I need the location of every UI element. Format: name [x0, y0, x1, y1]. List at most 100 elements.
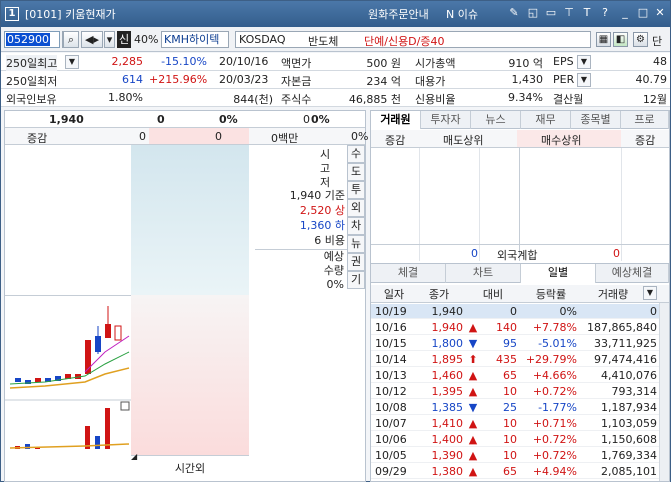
tab-investor[interactable]: 투자자 [421, 111, 471, 129]
minimize-icon[interactable]: _ [618, 6, 632, 20]
chart-close-icon[interactable] [120, 401, 130, 411]
side-tab-etc[interactable]: 기 [347, 271, 365, 289]
dropdown-icon[interactable]: ▼ [65, 55, 79, 69]
tab-broker[interactable]: 거래원 [371, 111, 421, 129]
broker-header: 증감 매도상위 매수상위 증감 [371, 130, 669, 148]
table-row[interactable]: 10/08 1,385 ▼ 25 -1.77% 1,187,934 [371, 400, 659, 415]
close-icon[interactable]: ✕ [653, 6, 667, 20]
stock-info-grid: 250일최고 ▼ 2,285 -15.10% 20/10/16 액면가 500 … [1, 53, 670, 107]
cell-change: 140 [496, 321, 517, 334]
mini-chart-svg [5, 306, 131, 449]
table-row[interactable]: 10/06 1,400 ▲ 10 +0.72% 1,150,608 [371, 432, 659, 447]
side-tab-rights[interactable]: 권 [347, 253, 365, 271]
table-row[interactable]: 10/05 1,390 ▲ 10 +0.72% 1,769,334 [371, 448, 659, 463]
eps-dropdown-icon[interactable]: ▼ [577, 55, 591, 69]
per-dropdown-icon[interactable]: ▼ [577, 73, 591, 87]
table-row[interactable]: 10/19 1,940 0 0% 0 [371, 304, 659, 319]
link-icon[interactable]: ✎ [507, 6, 521, 20]
tab-expected-execution[interactable]: 예상체결 [596, 264, 669, 283]
layout-icon[interactable]: ◧ [613, 32, 628, 47]
stock-code-value: 052900 [6, 33, 50, 46]
speaker-icon[interactable]: ◀▸ [81, 31, 103, 48]
cell-sign: ⬆ [468, 353, 478, 366]
table-row[interactable]: 10/14 1,895 ⬆ 435 +29.79% 97,474,416 [371, 352, 659, 367]
help-icon[interactable]: ? [598, 6, 612, 20]
high-rate: -15.10% [161, 55, 207, 68]
price-rate: 0% [219, 113, 238, 126]
foreign-buy-total: 0 [613, 247, 620, 260]
search-toolbar: 052900 ▾ ⌕ ◀▸ ▾ 신 40% KMH하이텍 KOSDAQ 반도체 … [1, 27, 670, 52]
grid-icon[interactable]: ▦ [596, 32, 611, 47]
table-row[interactable]: 10/12 1,395 ▲ 10 +0.72% 793,314 [371, 384, 659, 399]
table-row[interactable]: 09/29 1,380 ▲ 65 +4.94% 2,085,101 [371, 464, 659, 479]
table-scrollbar[interactable] [659, 303, 669, 481]
credit-status: 단예/신용D/증40 [364, 35, 445, 48]
cell-close: 1,400 [431, 433, 464, 446]
side-tab-foreign[interactable]: 외 [347, 199, 365, 217]
expected-box: 예상 수량 0% [255, 249, 347, 295]
label-shares: 주식수 [281, 93, 312, 106]
ma-line-green [9, 351, 130, 385]
candle [95, 336, 101, 352]
cell-date: 10/05 [375, 449, 407, 462]
window-icon[interactable]: ▭ [544, 6, 558, 20]
news-issue-link[interactable]: N 이슈 [446, 6, 478, 22]
volume-rate: 0% [311, 113, 330, 126]
tab-execution[interactable]: 체결 [371, 264, 446, 283]
maximize-icon[interactable]: □ [636, 6, 650, 20]
margin-rate: 40% [134, 33, 159, 46]
volume-bar [105, 408, 110, 449]
buy-quote-column [131, 295, 249, 455]
pin-icon[interactable]: ⊤ [562, 6, 576, 20]
stock-code-input[interactable]: 052900 [4, 31, 60, 48]
cell-rate: 0% [559, 305, 577, 318]
candle [114, 325, 122, 341]
tab-program[interactable]: 프로 [621, 111, 669, 129]
tab-news[interactable]: 뉴스 [471, 111, 521, 129]
cell-date: 10/19 [375, 305, 407, 318]
table-row[interactable]: 10/13 1,460 ▲ 65 +4.66% 4,410,076 [371, 368, 659, 383]
after-hours-label: 시간외 [131, 455, 249, 481]
table-row[interactable]: 10/16 1,940 ▲ 140 +7.78% 187,865,840 [371, 320, 659, 335]
change-highlight [149, 128, 249, 144]
base-price: 1,940 기준 [289, 189, 345, 202]
cell-date: 09/29 [375, 465, 407, 478]
stock-name: KMH하이텍 [161, 31, 229, 48]
cell-rate: +0.72% [532, 433, 577, 446]
foreign-total-label: 외국계합 [497, 249, 538, 262]
cell-sign: ▲ [468, 433, 478, 446]
cell-sign: ▲ [468, 449, 478, 462]
open-high-low-labels: 시 고 저 [319, 148, 331, 190]
high-price: 2,285 [111, 55, 144, 68]
tab-finance[interactable]: 재무 [521, 111, 571, 129]
table-row[interactable]: 10/07 1,410 ▲ 10 +0.71% 1,103,059 [371, 416, 659, 431]
single-mode-button[interactable]: 단 [652, 33, 662, 49]
cell-change: 10 [503, 433, 517, 446]
cell-close: 1,800 [431, 337, 464, 350]
side-tab-invest[interactable]: 투 [347, 181, 365, 199]
side-tab-buy[interactable]: 수 [347, 145, 365, 163]
restore-icon[interactable]: ◱ [526, 6, 540, 20]
label-per: PER [553, 73, 575, 86]
low-date: 20/03/23 [219, 73, 269, 86]
column-dropdown-icon[interactable]: ▼ [643, 286, 657, 300]
tab-by-stock[interactable]: 종목별 [571, 111, 621, 129]
cell-sign: ▼ [468, 337, 478, 350]
mini-chart[interactable] [5, 295, 131, 455]
gear-icon[interactable]: ⚙ [633, 32, 648, 47]
table-row[interactable]: 10/15 1,800 ▼ 95 -5.01% 33,711,925 [371, 336, 659, 351]
side-tab-sell[interactable]: 도 [347, 163, 365, 181]
cell-sign: ▲ [468, 417, 478, 430]
sell-quote-column [131, 145, 249, 295]
shares-outstanding: 46,885 천 [348, 93, 401, 106]
tab-chart[interactable]: 차트 [446, 264, 521, 283]
side-tab-news[interactable]: 뉴 [347, 235, 365, 253]
search-icon[interactable]: ⌕ [63, 31, 79, 48]
info-row-high: 250일최고 ▼ 2,285 -15.10% 20/10/16 액면가 500 … [1, 53, 670, 71]
side-tab-chart[interactable]: 차 [347, 217, 365, 235]
speaker-dropdown-icon[interactable]: ▾ [104, 31, 115, 48]
text-size-icon[interactable]: T [580, 6, 594, 20]
currency-order-guide-link[interactable]: 원화주문안내 [368, 6, 429, 22]
tab-daily[interactable]: 일별 [521, 264, 596, 283]
candle [35, 378, 41, 382]
